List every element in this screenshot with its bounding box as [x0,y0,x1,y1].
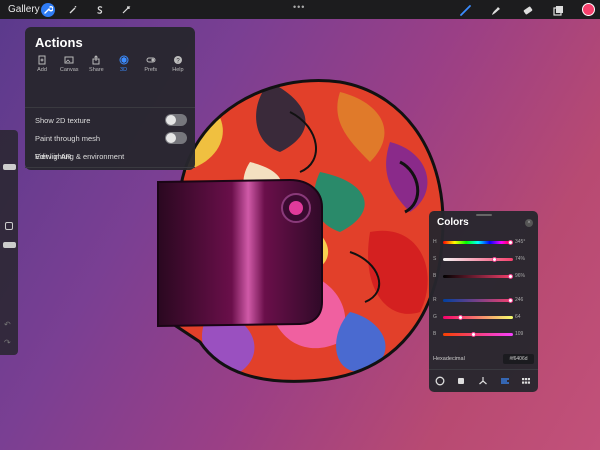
layers-icon[interactable] [551,3,565,17]
saturation-knob[interactable] [492,257,498,262]
selection-s-icon[interactable] [93,3,107,17]
brightness-slider[interactable]: B 96% [433,273,536,281]
view-in-ar-button[interactable]: View in AR [35,149,175,163]
tab-help[interactable]: ? Help [165,55,191,73]
undo-icon[interactable]: ↶ [4,320,11,329]
hue-knob[interactable] [507,240,513,245]
hex-input[interactable]: #f6406d [503,354,534,364]
toggle-prefs-icon [146,57,156,63]
saturation-slider[interactable]: S 74% [433,256,536,264]
show-2d-texture-toggle[interactable] [165,114,187,126]
tab-3d[interactable]: 3D [111,55,137,73]
divider [429,369,538,370]
blue-slider[interactable]: B 109 [433,331,536,339]
canvas-icon [64,56,74,64]
green-track [443,315,513,320]
brightness-knob[interactable] [507,274,513,279]
green-knob[interactable] [458,315,463,320]
more-dots[interactable]: ••• [293,2,305,12]
cube-3d-icon [119,55,129,65]
brightness-track [443,274,513,279]
red-knob[interactable] [507,298,513,303]
gallery-button[interactable]: Gallery [8,4,40,15]
divider [25,107,195,108]
blue-knob[interactable] [470,332,476,337]
question-icon: ? [173,56,182,65]
panel-grip[interactable] [476,214,492,216]
actions-tabs: Add Canvas Share 3D Prefs ? Help [29,55,191,73]
harmony-icon[interactable] [477,375,489,387]
top-toolbar: Gallery ••• [0,0,600,19]
transform-arrow-icon[interactable] [119,3,133,17]
saturation-track [443,257,513,262]
smudge-icon[interactable] [488,3,502,17]
green-slider[interactable]: G 64 [433,314,536,322]
classic-square-icon[interactable] [455,375,467,387]
tab-prefs[interactable]: Prefs [138,55,164,73]
eraser-icon[interactable] [520,3,534,17]
red-slider[interactable]: R 246 [433,297,536,305]
blue-track [443,332,513,337]
paint-through-mesh-toggle[interactable] [165,132,187,144]
colors-title: Colors [437,217,469,228]
red-track [443,298,513,303]
hue-track [443,240,513,245]
value-sliders-icon[interactable] [499,375,511,387]
palettes-grid-icon[interactable] [520,375,532,387]
disc-icon[interactable] [434,375,446,387]
tab-canvas[interactable]: Canvas [56,55,82,73]
colors-panel: Colors × H 345° S 74% B 96% R 246 G 64 B… [429,211,538,392]
modify-button[interactable] [5,222,13,230]
close-icon[interactable]: × [525,219,533,227]
opacity-slider[interactable] [3,242,16,248]
row-paint-through-mesh: Paint through mesh [35,131,187,145]
current-color-swatch[interactable] [582,3,595,16]
actions-wrench-icon[interactable] [41,3,55,17]
hue-slider[interactable]: H 345° [433,239,536,247]
brush-size-opacity-sidebar: ↶ ↷ [0,130,18,355]
adjustments-wand-icon[interactable] [66,3,80,17]
divider [25,167,195,168]
actions-title: Actions [35,35,83,50]
tab-add[interactable]: Add [29,55,55,73]
tab-share[interactable]: Share [83,55,109,73]
hex-label: Hexadecimal [433,356,465,362]
brush-size-slider[interactable] [3,164,16,170]
helmet-3d-model[interactable] [150,72,450,392]
brush-icon[interactable] [458,3,472,17]
row-show-2d-texture: Show 2D texture [35,113,187,127]
redo-icon[interactable]: ↷ [4,338,11,347]
add-file-icon [38,55,46,65]
share-icon [92,55,100,65]
